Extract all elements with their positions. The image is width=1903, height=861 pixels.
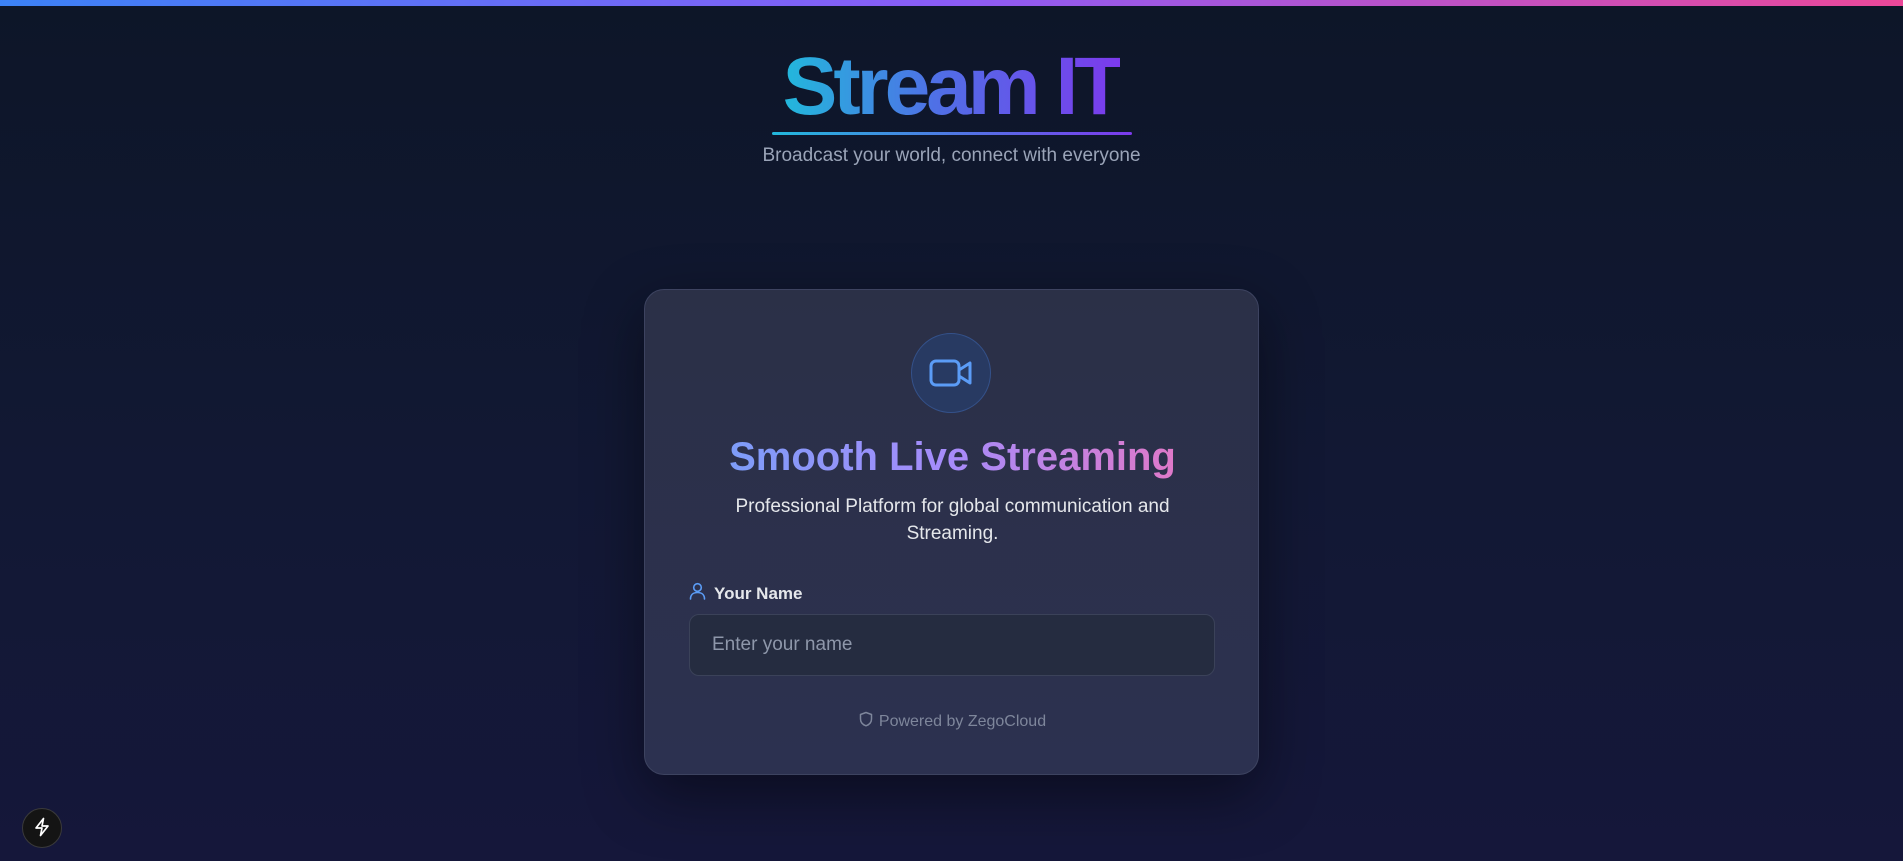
join-card: Smooth Live Streaming Professional Platf… [644, 289, 1259, 775]
powered-by-text: Powered by ZegoCloud [878, 712, 1047, 730]
tagline: Broadcast your world, connect with every… [762, 145, 1141, 166]
name-input[interactable] [689, 614, 1215, 676]
name-label: Your Name [689, 582, 803, 605]
lightning-bolt-icon [33, 817, 51, 840]
powered-by: Powered by ZegoCloud [645, 711, 1260, 732]
shield-icon [859, 711, 873, 732]
top-gradient-bar [0, 0, 1903, 6]
user-icon [689, 582, 706, 605]
name-label-text: Your Name [714, 583, 803, 603]
card-title: Smooth Live Streaming [645, 432, 1260, 482]
logo-underline [771, 132, 1132, 135]
card-subtitle: Professional Platform for global communi… [735, 496, 1170, 544]
video-camera-icon [911, 333, 991, 413]
logo: Stream IT [782, 41, 1125, 132]
lightning-bolt-button[interactable] [22, 808, 62, 848]
brand-header: Stream IT Broadcast your world, connect … [0, 42, 1903, 167]
